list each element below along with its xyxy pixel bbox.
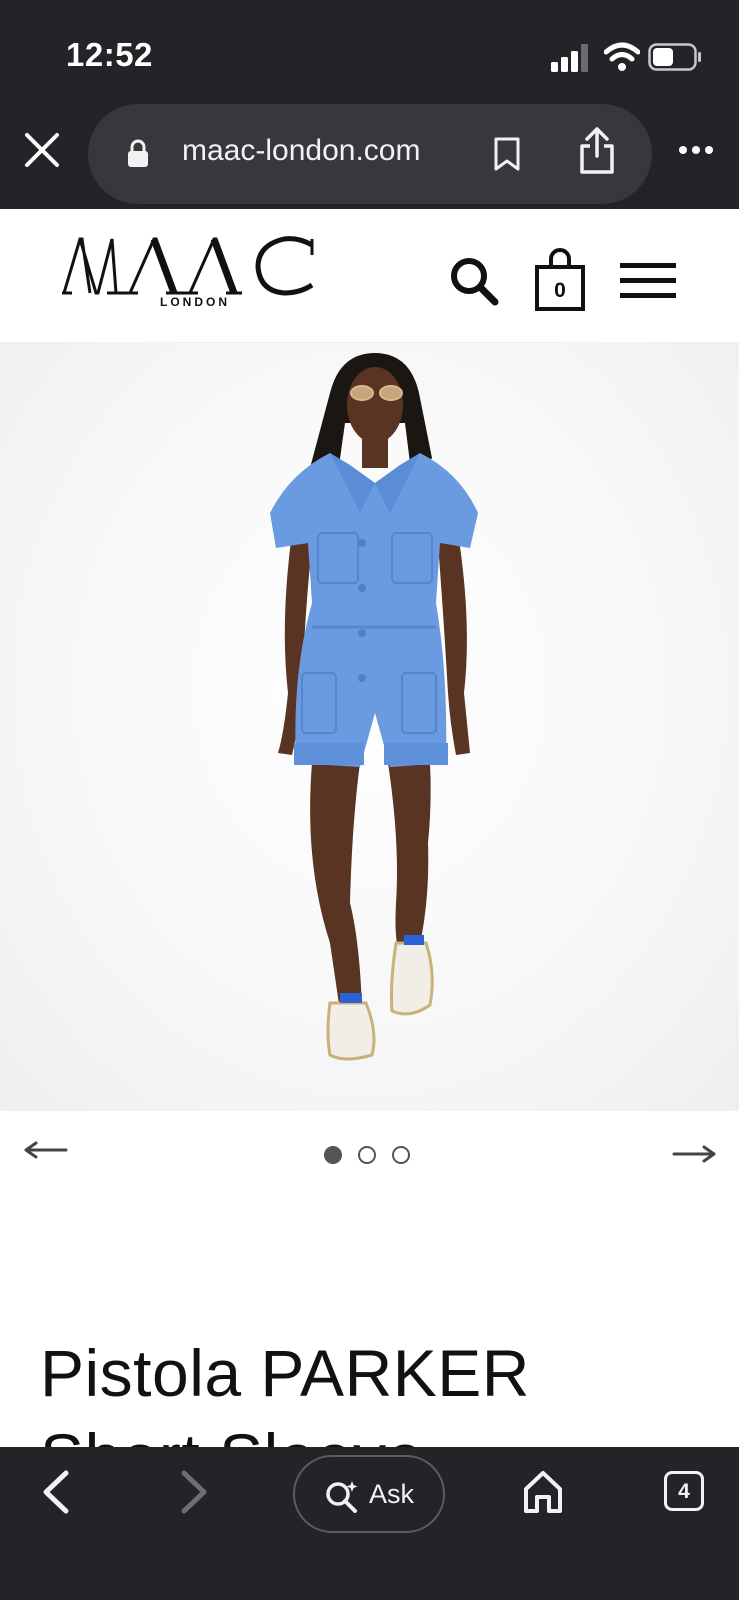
arrow-right-icon[interactable]: [672, 1143, 716, 1165]
tabs-button[interactable]: 4: [664, 1471, 704, 1511]
browser-toolbar: maac-london.com: [0, 100, 739, 209]
browser-bottom-toolbar: Ask 4: [0, 1447, 739, 1600]
ask-sparkle-search-icon: [326, 1481, 358, 1513]
model-photo: [270, 353, 478, 1061]
product-info: Pistola PARKER Short Sleeve: [0, 1201, 739, 1447]
product-title: Pistola PARKER Short Sleeve: [40, 1336, 530, 1447]
product-image[interactable]: [0, 343, 739, 1111]
wifi-icon: [604, 42, 640, 71]
search-icon[interactable]: [448, 255, 500, 307]
bookmark-icon[interactable]: [492, 136, 522, 172]
forward-arrow-icon[interactable]: [176, 1467, 212, 1517]
battery-icon: [648, 43, 701, 71]
tab-count: 4: [678, 1480, 690, 1503]
back-arrow-icon[interactable]: [38, 1467, 74, 1517]
carousel-dot-2[interactable]: [358, 1146, 376, 1164]
ask-label: Ask: [369, 1479, 415, 1509]
cellular-signal-icon: [551, 44, 588, 72]
ask-button[interactable]: Ask: [293, 1455, 445, 1533]
more-options-icon[interactable]: [678, 144, 714, 156]
carousel-dot-3[interactable]: [392, 1146, 410, 1164]
address-bar[interactable]: maac-london.com: [88, 104, 652, 204]
carousel-dot-1[interactable]: [324, 1146, 342, 1164]
close-icon[interactable]: [22, 130, 62, 170]
logo-wordmark: [62, 236, 314, 296]
status-time: 12:52: [66, 36, 153, 73]
cart-count: 0: [554, 279, 566, 302]
image-carousel-controls: [0, 1111, 739, 1201]
lock-icon: [128, 139, 148, 167]
site-logo[interactable]: LONDON: [62, 235, 332, 319]
home-icon[interactable]: [522, 1469, 564, 1515]
hamburger-menu-icon[interactable]: [620, 261, 676, 301]
carousel-indicator: [324, 1146, 414, 1166]
arrow-left-icon[interactable]: [24, 1139, 68, 1161]
site-header: LONDON 0: [0, 209, 739, 343]
cart-button[interactable]: 0: [534, 247, 586, 313]
url-text[interactable]: maac-london.com: [182, 134, 420, 168]
share-icon[interactable]: [576, 126, 618, 176]
logo-subtitle: LONDON: [160, 295, 230, 309]
status-bar: 12:52: [0, 0, 739, 100]
